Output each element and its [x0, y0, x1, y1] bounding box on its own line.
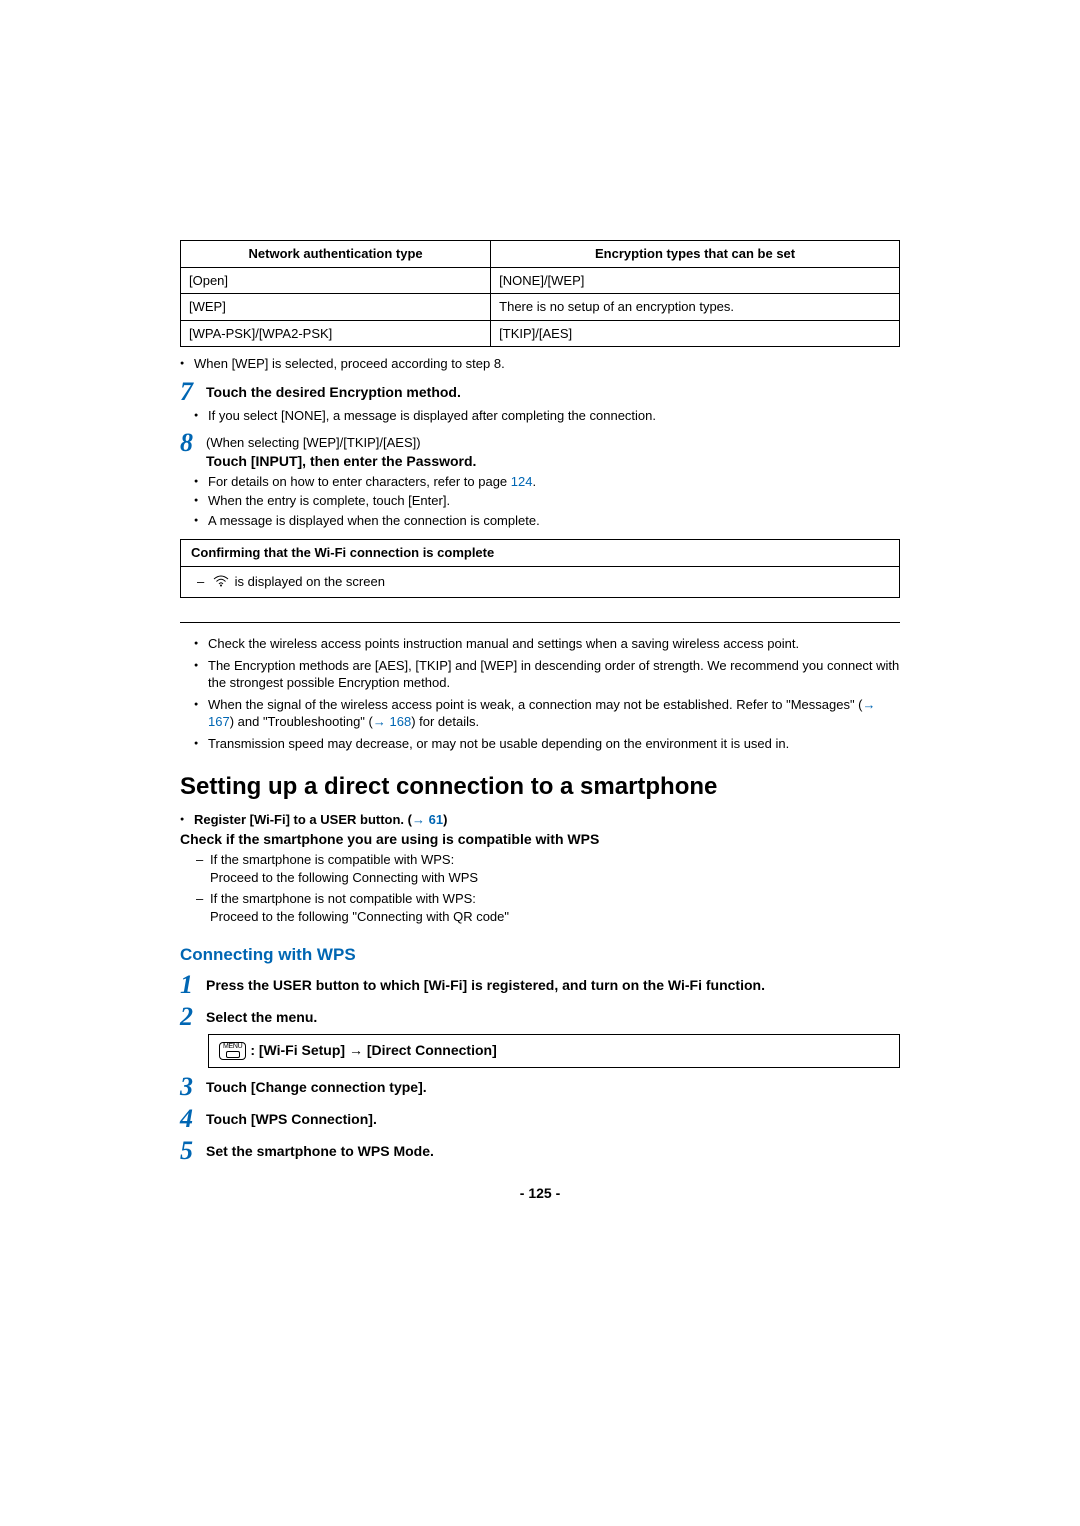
cell: There is no setup of an encryption types…	[491, 294, 900, 321]
step-paren: (When selecting [WEP]/[TKIP]/[AES])	[206, 434, 900, 452]
step-number: 8	[180, 430, 202, 456]
step-2: 2 Select the menu.	[180, 1004, 900, 1030]
step-1: 1 Press the USER button to which [Wi-Fi]…	[180, 972, 900, 998]
step-bullet: When the entry is complete, touch [Enter…	[194, 492, 900, 510]
sub-section-title: Connecting with WPS	[180, 944, 900, 967]
cell: [TKIP]/[AES]	[491, 320, 900, 347]
dash-item: If the smartphone is compatible with WPS…	[196, 851, 900, 869]
step-number: 1	[180, 972, 202, 998]
menu-box: MENU : [Wi-Fi Setup] → [Direct Connectio…	[208, 1034, 900, 1067]
step-number: 5	[180, 1138, 202, 1164]
menu-icon: MENU	[219, 1042, 246, 1060]
table-header-enc: Encryption types that can be set	[491, 241, 900, 268]
cell: [Open]	[181, 267, 491, 294]
step-8: 8 (When selecting [WEP]/[TKIP]/[AES]) To…	[180, 430, 900, 470]
step-title: Touch the desired Encryption method.	[206, 383, 900, 402]
step-5: 5 Set the smartphone to WPS Mode.	[180, 1138, 900, 1164]
divider	[180, 622, 900, 623]
section-title: Setting up a direct connection to a smar…	[180, 771, 900, 803]
step-text: Touch [WPS Connection].	[206, 1110, 900, 1129]
note-text: When [WEP] is selected, proceed accordin…	[180, 355, 900, 373]
check-title: Check if the smartphone you are using is…	[180, 830, 900, 849]
step-text: Press the USER button to which [Wi-Fi] i…	[206, 976, 900, 995]
step-number: 4	[180, 1106, 202, 1132]
step-4: 4 Touch [WPS Connection].	[180, 1106, 900, 1132]
step-7: 7 Touch the desired Encryption method.	[180, 379, 900, 405]
note-item: The Encryption methods are [AES], [TKIP]…	[180, 657, 900, 692]
step-number: 7	[180, 379, 202, 405]
confirm-header: Confirming that the Wi-Fi connection is …	[181, 540, 899, 567]
step-text: Touch [Change connection type].	[206, 1078, 900, 1097]
step-bullet: For details on how to enter characters, …	[194, 473, 900, 491]
page-link[interactable]: → 61	[412, 812, 443, 827]
dash-sub: Proceed to the following Connecting with…	[196, 869, 900, 887]
note-item: When the signal of the wireless access p…	[180, 696, 900, 731]
confirm-body: is displayed on the screen	[181, 567, 899, 597]
table-row: [Open] [NONE]/[WEP]	[181, 267, 900, 294]
register-line: Register [Wi-Fi] to a USER button. (→ 61…	[180, 811, 900, 829]
step-3: 3 Touch [Change connection type].	[180, 1074, 900, 1100]
step-number: 3	[180, 1074, 202, 1100]
step-title: Touch [INPUT], then enter the Password.	[206, 452, 900, 471]
arrow-icon: →	[349, 1042, 363, 1058]
cell: [WPA-PSK]/[WPA2-PSK]	[181, 320, 491, 347]
page-link[interactable]: 124	[511, 474, 533, 489]
table-row: [WEP] There is no setup of an encryption…	[181, 294, 900, 321]
step-number: 2	[180, 1004, 202, 1030]
note-item: Transmission speed may decrease, or may …	[180, 735, 900, 753]
page-number: - 125 -	[180, 1184, 900, 1203]
step-text: Select the menu.	[206, 1008, 900, 1027]
table-header-auth: Network authentication type	[181, 241, 491, 268]
note-item: Check the wireless access points instruc…	[180, 635, 900, 653]
encryption-table: Network authentication type Encryption t…	[180, 240, 900, 347]
confirm-box: Confirming that the Wi-Fi connection is …	[180, 539, 900, 598]
cell: [NONE]/[WEP]	[491, 267, 900, 294]
notes-block: Check the wireless access points instruc…	[180, 635, 900, 752]
dash-item: If the smartphone is not compatible with…	[196, 890, 900, 908]
wifi-icon	[213, 574, 229, 592]
step-text: Set the smartphone to WPS Mode.	[206, 1142, 900, 1161]
table-row: [WPA-PSK]/[WPA2-PSK] [TKIP]/[AES]	[181, 320, 900, 347]
step-bullet: If you select [NONE], a message is displ…	[194, 407, 900, 425]
cell: [WEP]	[181, 294, 491, 321]
page-link[interactable]: → 168	[373, 714, 411, 729]
step-bullet: A message is displayed when the connecti…	[194, 512, 900, 530]
dash-sub: Proceed to the following "Connecting wit…	[196, 908, 900, 926]
